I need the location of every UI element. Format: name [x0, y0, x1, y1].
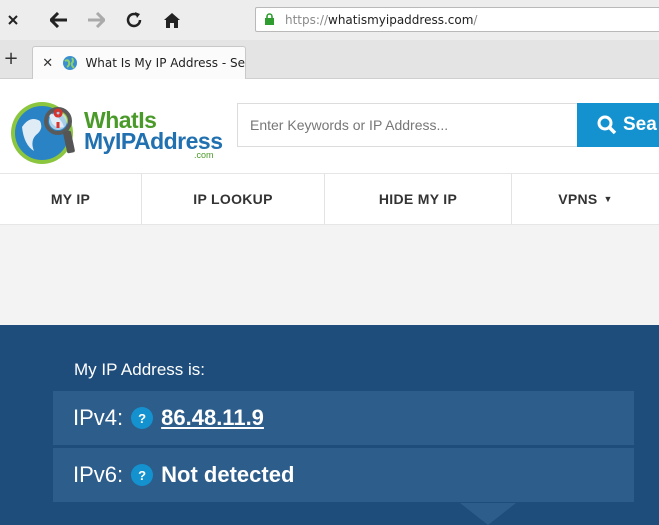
ipv6-label: IPv6: — [73, 462, 124, 487]
globe-magnifier-icon — [11, 102, 75, 164]
close-window-icon[interactable] — [0, 7, 26, 33]
ipv6-row: IPv6: ? Not detected — [53, 448, 634, 502]
back-icon[interactable] — [46, 7, 72, 33]
panel-pointer-arrow — [460, 503, 516, 525]
nav-item-ip-lookup[interactable]: IP LOOKUP — [142, 174, 325, 224]
ip-panel-title: My IP Address is: — [74, 360, 206, 379]
site-logo[interactable]: WhatIs MyIPAddress .com — [8, 97, 223, 167]
address-bar[interactable]: https://whatismyipaddress.com/ — [255, 7, 659, 32]
home-icon[interactable] — [159, 7, 185, 33]
tab-title: What Is My IP Address - Se — [85, 56, 245, 70]
site-header: WhatIs MyIPAddress .com Enter Keywords o… — [0, 79, 659, 173]
search-button-label: Sea — [623, 114, 657, 135]
ipv4-row: IPv4: ? 86.48.11.9 — [53, 391, 634, 445]
ip-address-panel: My IP Address is: IPv4: ? 86.48.11.9 IPv… — [0, 325, 659, 525]
nav-item-my-ip[interactable]: MY IP — [0, 174, 142, 224]
new-tab-icon[interactable]: + — [2, 50, 20, 68]
dropdown-caret-icon: ▼ — [603, 194, 613, 204]
logo-text-line2: MyIPAddress — [84, 128, 223, 154]
lock-icon — [262, 13, 276, 27]
ipv4-value-link[interactable]: 86.48.11.9 — [161, 405, 264, 431]
ipv6-help-icon[interactable]: ? — [131, 464, 154, 486]
nav-item-hide-my-ip[interactable]: HIDE MY IP — [325, 174, 512, 224]
reload-icon[interactable] — [121, 7, 147, 33]
search-icon — [597, 115, 617, 135]
globe-favicon-icon — [62, 55, 78, 71]
url-text: https://whatismyipaddress.com/ — [285, 12, 478, 27]
nav-item-vpns[interactable]: VPNS ▼ — [512, 174, 659, 224]
ipv4-help-icon[interactable]: ? — [131, 407, 154, 429]
search-button[interactable]: Sea — [577, 103, 659, 147]
tab-active[interactable]: ✕ What Is My IP Address - Se — [32, 46, 246, 79]
ipv4-label: IPv4: — [73, 405, 124, 430]
main-nav: MY IP IP LOOKUP HIDE MY IP VPNS ▼ — [0, 173, 659, 225]
forward-icon[interactable] — [83, 7, 109, 33]
search-input[interactable]: Enter Keywords or IP Address... — [237, 103, 577, 147]
tab-close-icon[interactable]: ✕ — [41, 56, 54, 71]
tab-strip: + ✕ What Is My IP Address - Se — [0, 40, 659, 79]
ipv6-value: Not detected — [161, 462, 295, 487]
search-placeholder: Enter Keywords or IP Address... — [250, 117, 449, 133]
browser-toolbar: https://whatismyipaddress.com/ — [0, 0, 659, 40]
logo-text-suffix: .com — [194, 150, 214, 160]
